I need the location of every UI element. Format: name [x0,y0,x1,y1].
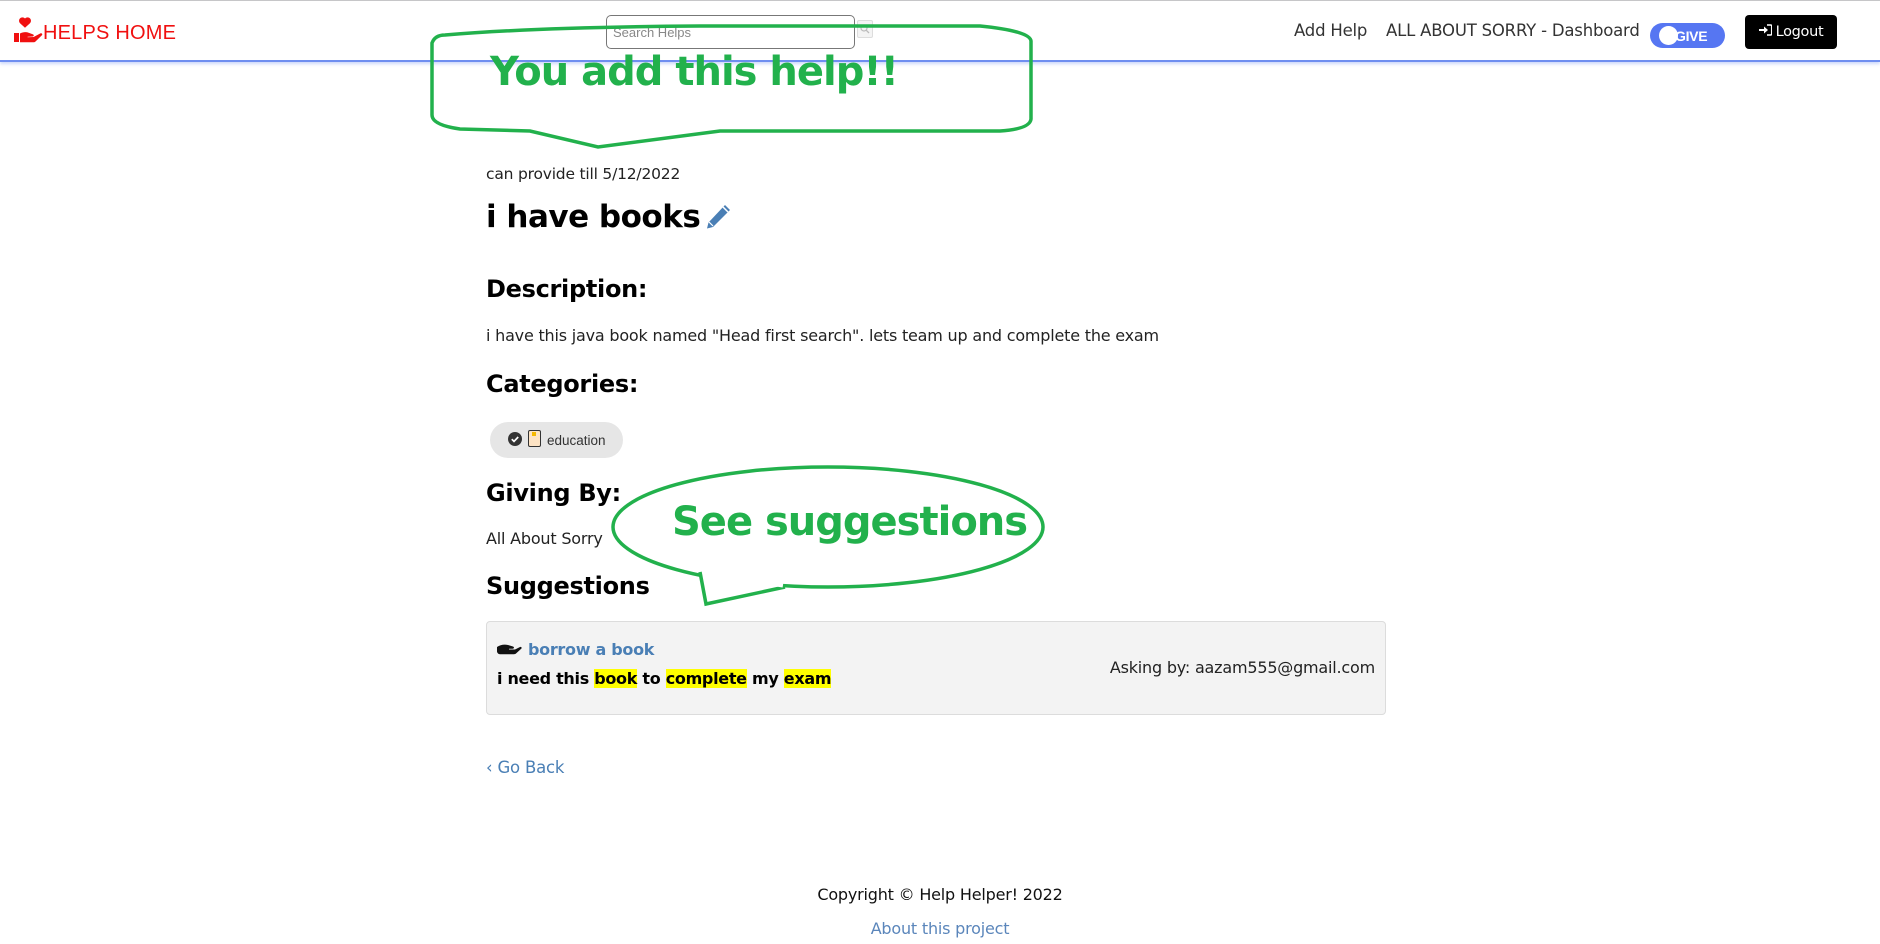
text-part: i need this [497,669,595,688]
category-chip[interactable]: education [490,422,623,458]
search-icon [860,22,870,37]
footer-about: About this project [0,919,1880,938]
keyword-highlight: exam [783,669,832,688]
nav-add-help[interactable]: Add Help [1294,21,1367,40]
description-heading: Description: [486,275,648,303]
giving-by-heading: Giving By: [486,479,621,507]
check-circle-icon [508,431,522,449]
annotation-bubble-1 [430,24,1045,607]
description-text: i have this java book named "Head first … [486,326,1159,345]
suggestion-text: i need this book to complete my exam [497,669,832,688]
keyword-highlight: book [594,669,638,688]
book-icon [528,430,541,450]
navbar: HELPS HOME Add Help ALL ABOUT SORRY - Da… [0,1,1880,62]
sign-in-icon [1758,24,1773,40]
search-form [606,15,873,49]
text-part: my [746,669,784,688]
search-button[interactable] [857,20,873,38]
give-mode-toggle[interactable]: GIVE [1650,23,1725,48]
logout-label: Logout [1775,24,1824,40]
suggestion-card: borrow a book i need this book to comple… [486,621,1386,715]
pencil-icon[interactable] [700,201,734,235]
availability-text: can provide till 5/12/2022 [486,165,681,183]
logout-button[interactable]: Logout [1745,15,1837,49]
category-label: education [547,432,606,448]
categories-heading: Categories: [486,370,639,398]
go-back-link[interactable]: ‹ Go Back [486,758,564,777]
brand-home-link[interactable]: HELPS HOME [13,13,176,45]
suggestion-title-link[interactable]: borrow a book [528,640,654,659]
hand-holding-heart-icon [13,17,43,45]
keyword-highlight: complete [665,669,747,688]
brand-text: HELPS HOME [43,22,177,44]
annotation-text-1: You add this help!! [490,49,899,95]
about-project-link[interactable]: About this project [871,919,1010,938]
suggestion-asker: Asking by: aazam555@gmail.com [1109,658,1375,677]
help-title: i have books [486,199,734,235]
help-title-text: i have books [486,199,701,235]
search-input[interactable] [606,15,855,49]
giving-by-text: All About Sorry [486,529,603,548]
toggle-label: GIVE [1675,27,1708,44]
text-part: to [637,669,666,688]
nav-dashboard[interactable]: ALL ABOUT SORRY - Dashboard [1386,21,1640,40]
suggestion-title-row: borrow a book [497,640,654,659]
annotation-text-2: See suggestions [672,499,1028,545]
footer-copyright: Copyright © Help Helper! 2022 [817,885,1063,904]
hand-open-icon [497,640,522,659]
speech-bubble-tail [698,571,786,607]
suggestions-heading: Suggestions [486,572,650,600]
